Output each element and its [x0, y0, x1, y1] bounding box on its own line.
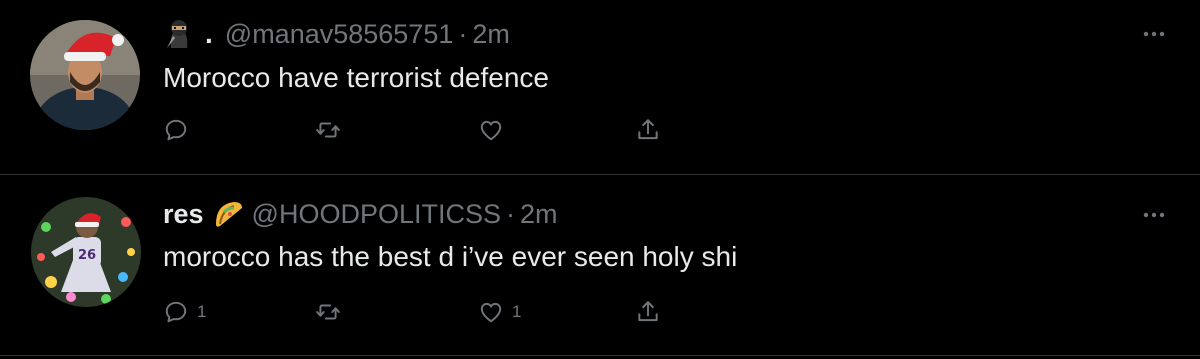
avatar[interactable] [30, 20, 140, 130]
tweet-text: morocco has the best d i’ve ever seen ho… [163, 241, 738, 272]
separator-dot: · [458, 18, 468, 49]
reply-icon [165, 301, 187, 323]
timestamp[interactable]: 2m [520, 199, 558, 230]
reply-button[interactable]: 1 [163, 297, 206, 327]
separator-dot: · [506, 198, 515, 229]
share-button[interactable] [635, 115, 661, 145]
retweet-icon [316, 304, 340, 320]
avatar[interactable]: 26 [31, 197, 141, 307]
reply-button[interactable] [163, 115, 197, 145]
more-options-icon[interactable] [1142, 26, 1166, 37]
display-name[interactable]: . [205, 18, 213, 50]
tweet-divider [0, 355, 1200, 356]
like-button[interactable]: 1 [478, 297, 521, 327]
taco-emoji-icon [212, 198, 244, 230]
user-handle[interactable]: @manav58565751 [225, 19, 454, 50]
heart-icon [480, 302, 502, 323]
timestamp[interactable]: 2m [472, 19, 510, 50]
tweet[interactable]: . @manav58565751 · 2m Morocco have terro… [0, 0, 1200, 174]
reply-icon [165, 119, 187, 141]
like-button[interactable] [478, 115, 512, 145]
retweet-button[interactable] [315, 297, 349, 327]
tweet-text: Morocco have terrorist defence [163, 62, 549, 93]
svg-text:26: 26 [78, 248, 96, 263]
user-handle[interactable]: @HOODPOLITICSS [252, 199, 501, 230]
avatar-image [30, 20, 140, 130]
display-name[interactable]: res [163, 199, 204, 230]
share-button[interactable] [635, 297, 661, 327]
retweet-button[interactable] [315, 115, 349, 145]
like-count: 1 [512, 302, 522, 321]
heart-icon [480, 120, 502, 141]
reply-count: 1 [197, 302, 207, 321]
share-icon [638, 119, 658, 140]
avatar-image: 26 [31, 197, 141, 307]
tweet-header: . @manav58565751 · 2m [163, 14, 510, 54]
more-options-icon[interactable] [1142, 207, 1166, 218]
ninja-emoji-icon [163, 18, 195, 50]
retweet-icon [316, 122, 340, 138]
tweet-header: res @HOODPOLITICSS · 2m [163, 194, 558, 234]
share-icon [638, 301, 658, 322]
tweet[interactable]: 26 res @HOODPOLITICSS · 2m morocco has t… [0, 175, 1200, 355]
